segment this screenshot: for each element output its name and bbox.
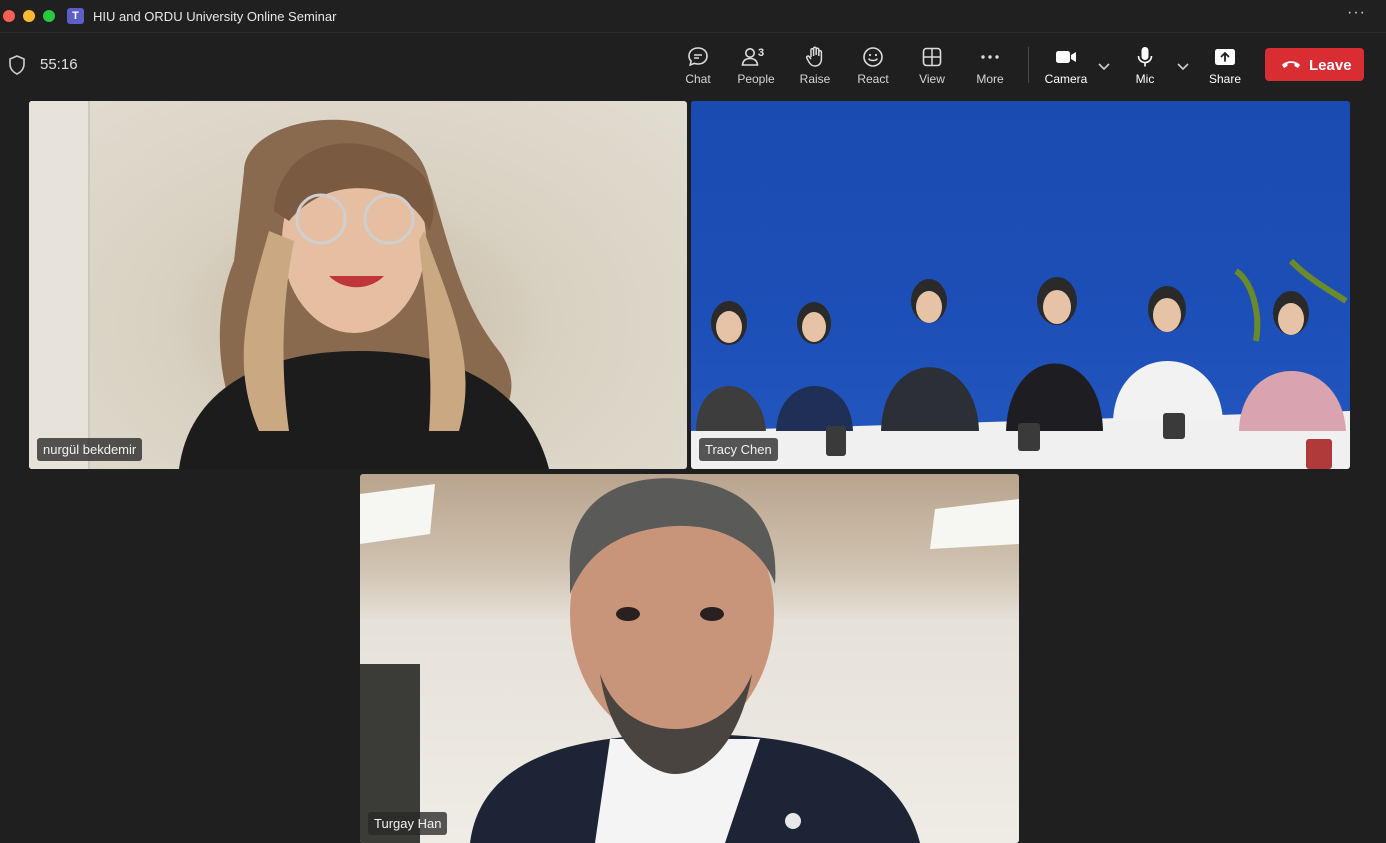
window-title: HIU and ORDU University Online Seminar	[93, 9, 337, 24]
smiley-icon	[863, 47, 883, 67]
participant-video-image	[29, 101, 549, 469]
mic-label: Mic	[1135, 72, 1155, 86]
teams-logo-icon: T	[67, 8, 84, 24]
video-tile-nurgul-bekdemir[interactable]: nurgül bekdemir	[29, 101, 687, 469]
camera-label: Camera	[1044, 72, 1088, 86]
chat-label: Chat	[685, 72, 711, 86]
camera-options-chevron-down-icon[interactable]	[1097, 61, 1111, 71]
shield-icon	[9, 55, 25, 75]
meeting-timer: 55:16	[40, 56, 78, 73]
close-window-button[interactable]	[3, 10, 15, 22]
more-options-icon[interactable]: ···	[1347, 4, 1366, 22]
maximize-window-button[interactable]	[43, 10, 55, 22]
raise-label: Raise	[799, 72, 831, 86]
chat-button[interactable]: Chat	[670, 45, 726, 89]
video-tile-tracy-chen[interactable]: Tracy Chen	[691, 101, 1350, 469]
react-button[interactable]: React	[845, 45, 901, 89]
people-label: People	[737, 72, 775, 86]
people-button[interactable]: 3 People	[728, 45, 784, 89]
hang-up-phone-icon	[1282, 61, 1300, 68]
participant-video-image	[691, 258, 1350, 469]
grid-view-icon	[922, 47, 942, 67]
raise-hand-icon	[806, 46, 823, 67]
more-button[interactable]: More	[962, 45, 1018, 89]
mic-button[interactable]: Mic	[1117, 45, 1173, 89]
participant-video-image	[360, 478, 1019, 843]
view-label: View	[919, 72, 945, 86]
participant-name-tag: Tracy Chen	[699, 438, 778, 461]
view-button[interactable]: View	[904, 45, 960, 89]
toolbar-divider	[1028, 47, 1029, 83]
microphone-icon	[1137, 47, 1153, 67]
camera-button[interactable]: Camera	[1038, 45, 1094, 89]
participant-name-tag: nurgül bekdemir	[37, 438, 143, 461]
camera-icon	[1056, 51, 1076, 63]
share-button[interactable]: Share	[1197, 45, 1253, 89]
mic-options-chevron-down-icon[interactable]	[1176, 61, 1190, 71]
video-tile-turgay-han[interactable]: Turgay Han	[360, 474, 1019, 843]
minimize-window-button[interactable]	[23, 10, 35, 22]
chat-icon	[688, 47, 708, 67]
raise-hand-button[interactable]: Raise	[787, 45, 843, 89]
leave-button[interactable]: Leave	[1265, 48, 1364, 81]
title-bar: T HIU and ORDU University Online Seminar…	[0, 0, 1386, 33]
share-label: Share	[1208, 72, 1242, 86]
react-label: React	[857, 72, 889, 86]
meeting-toolbar: 55:16 Chat 3 People Raise React View Mor…	[0, 33, 1386, 95]
share-icon	[1215, 49, 1235, 65]
people-count-badge: 3	[758, 47, 765, 59]
ellipsis-icon	[981, 55, 999, 59]
participant-name-tag: Turgay Han	[368, 812, 448, 835]
more-label: More	[976, 72, 1004, 86]
leave-label: Leave	[1309, 57, 1352, 74]
